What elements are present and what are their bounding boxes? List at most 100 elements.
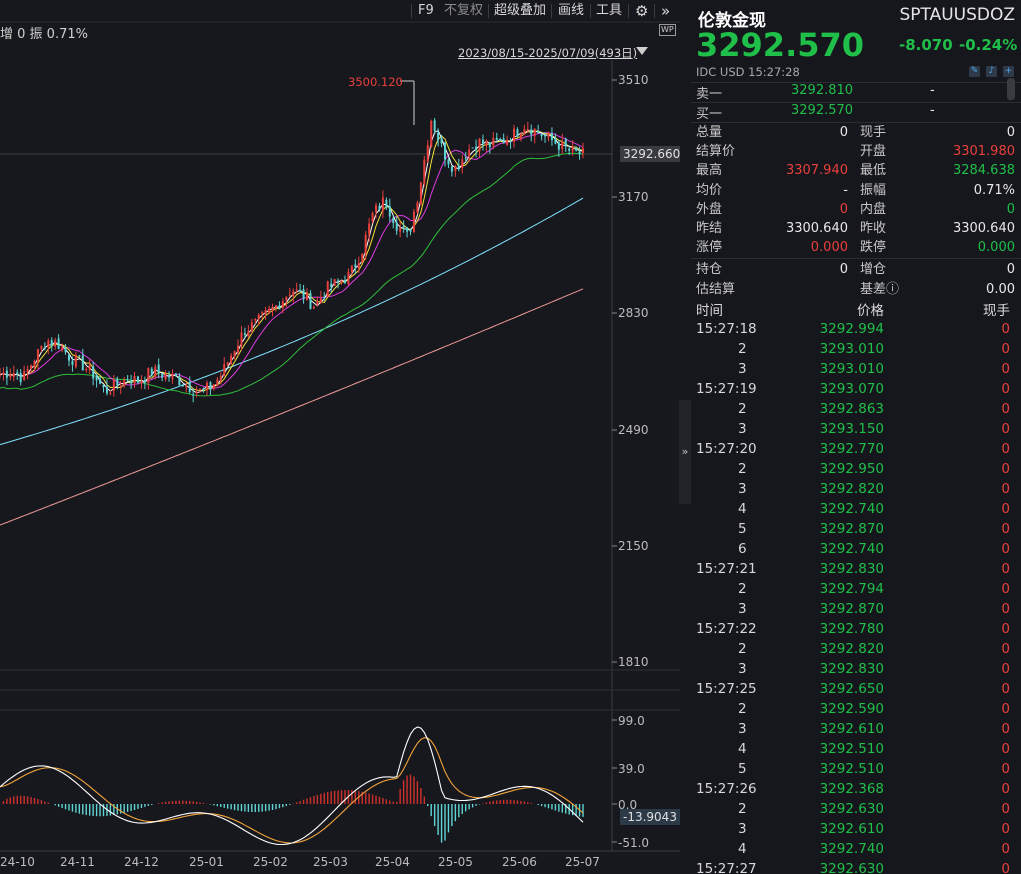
stat-label: 估结算 — [696, 281, 736, 297]
candle-body — [478, 138, 481, 152]
ma120-line — [0, 197, 584, 446]
tick-volume: 0 — [1001, 541, 1010, 557]
tick-volume: 0 — [1001, 521, 1010, 537]
candle-body — [488, 142, 491, 148]
bid-price: 3292.570 — [791, 103, 854, 118]
stat-value: 0.00 — [986, 281, 1015, 297]
wp-icon[interactable]: WP — [659, 24, 676, 36]
candle-body — [205, 382, 208, 389]
candle-body — [261, 312, 264, 314]
tick-time: 3 — [738, 361, 747, 377]
unadjusted-button[interactable]: 不复权 — [441, 1, 486, 21]
candle-body — [181, 384, 184, 387]
toolbar-divider — [590, 4, 591, 18]
tick-volume: 0 — [1001, 441, 1010, 457]
candle-body — [178, 376, 181, 386]
candle-body — [192, 394, 195, 396]
tick-price: 3292.830 — [819, 661, 884, 677]
indicator-value-tag: -13.9043 — [620, 809, 680, 825]
candle-body — [544, 135, 547, 137]
tick-volume: 0 — [1001, 561, 1010, 577]
stat-label: 跌停 — [860, 240, 887, 256]
candle-body — [323, 296, 326, 298]
ma60-line — [0, 152, 584, 397]
range-dropdown-icon[interactable] — [636, 47, 648, 55]
candle-body — [330, 283, 333, 287]
gear-icon[interactable]: ⚙ — [632, 1, 651, 21]
candle-body — [61, 347, 64, 351]
candle-body — [112, 379, 115, 391]
stat-label: 最低 — [860, 163, 887, 179]
candle-body — [88, 365, 91, 371]
price-tick: 2490 — [618, 423, 649, 437]
tick-time: 2 — [738, 581, 747, 597]
candle-body — [147, 368, 150, 383]
tick-volume: 0 — [1001, 481, 1010, 497]
add-watchlist-icon[interactable]: + — [1003, 66, 1014, 77]
alert-bell-icon[interactable]: ♪ — [986, 66, 997, 77]
kline-chart-canvas[interactable] — [0, 0, 680, 874]
tick-price: 3292.650 — [819, 681, 884, 697]
double-chevron-right-icon[interactable]: » — [658, 1, 673, 21]
tick-volume: 0 — [1001, 361, 1010, 377]
candle-body — [568, 148, 571, 151]
current-price-tag: 3292.660 — [620, 146, 680, 162]
dif-line — [0, 726, 584, 846]
date-tick: 25-07 — [565, 855, 600, 869]
candle-body — [47, 340, 50, 348]
stat-label: 最高 — [696, 163, 723, 179]
candle-body — [71, 360, 74, 365]
edit-icon[interactable]: ✎ — [969, 66, 980, 77]
date-tick: 25-06 — [502, 855, 537, 869]
tick-price: 3293.010 — [819, 341, 884, 357]
candle-body — [271, 307, 274, 312]
candle-body — [388, 206, 391, 217]
candle-body — [185, 385, 188, 388]
tick-price: 3292.610 — [819, 821, 884, 837]
stat-value: 0 — [839, 125, 848, 140]
candle-body — [402, 226, 405, 228]
tick-price: 3292.820 — [819, 641, 884, 657]
candle-body — [168, 374, 171, 378]
candle-body — [354, 264, 357, 268]
tick-time: 3 — [738, 481, 747, 497]
stat-label: 总量 — [696, 125, 723, 140]
chart-stats-text: 增 0 振 0.71% — [0, 27, 88, 42]
f9-button[interactable]: F9 — [415, 1, 437, 21]
tick-row: 3 3292.830 0 — [691, 659, 1016, 679]
bid-volume: - — [930, 103, 935, 118]
candle-body — [136, 376, 139, 383]
tick-row: 15:27:18 3292.994 0 — [691, 319, 1016, 339]
candle-body — [337, 280, 340, 282]
bid-label: 买一 — [696, 107, 723, 122]
tick-row: 15:27:26 3292.368 0 — [691, 779, 1016, 799]
candle-body — [378, 205, 381, 210]
kline-chart-panel[interactable]: F9 不复权 超级叠加 画线 工具 ⚙ » 增 0 振 0.71% 2023/0… — [0, 0, 680, 874]
stat-label: 内盘 — [860, 201, 887, 217]
indicator-tick: 99.0 — [618, 714, 645, 728]
tools-button[interactable]: 工具 — [593, 1, 625, 21]
collapse-panel-button[interactable]: » — [679, 400, 691, 504]
tick-volume: 0 — [1001, 841, 1010, 857]
candle-body — [119, 385, 122, 387]
indicator-tick: 39.0 — [618, 762, 645, 776]
tick-volume: 0 — [1001, 801, 1010, 817]
tick-time: 15:27:22 — [696, 621, 757, 637]
date-tick: 25-02 — [253, 855, 288, 869]
tick-row: 4 3292.740 0 — [691, 839, 1016, 859]
candle-body — [481, 139, 484, 144]
tick-price: 3293.010 — [819, 361, 884, 377]
candle-body — [516, 129, 519, 137]
candle-body — [140, 381, 143, 384]
candle-body — [392, 217, 395, 223]
candle-body — [399, 227, 402, 232]
scrollbar-thumb[interactable] — [1007, 78, 1015, 100]
stat-label: 涨停 — [696, 240, 723, 256]
tick-time: 3 — [738, 821, 747, 837]
draw-line-button[interactable]: 画线 — [555, 1, 587, 21]
candle-body — [523, 129, 526, 135]
candle-body — [74, 354, 77, 367]
toolbar-divider — [551, 4, 552, 18]
super-overlay-button[interactable]: 超级叠加 — [491, 1, 549, 21]
date-range-selector[interactable]: 2023/08/15-2025/07/09(493日) — [458, 45, 637, 61]
